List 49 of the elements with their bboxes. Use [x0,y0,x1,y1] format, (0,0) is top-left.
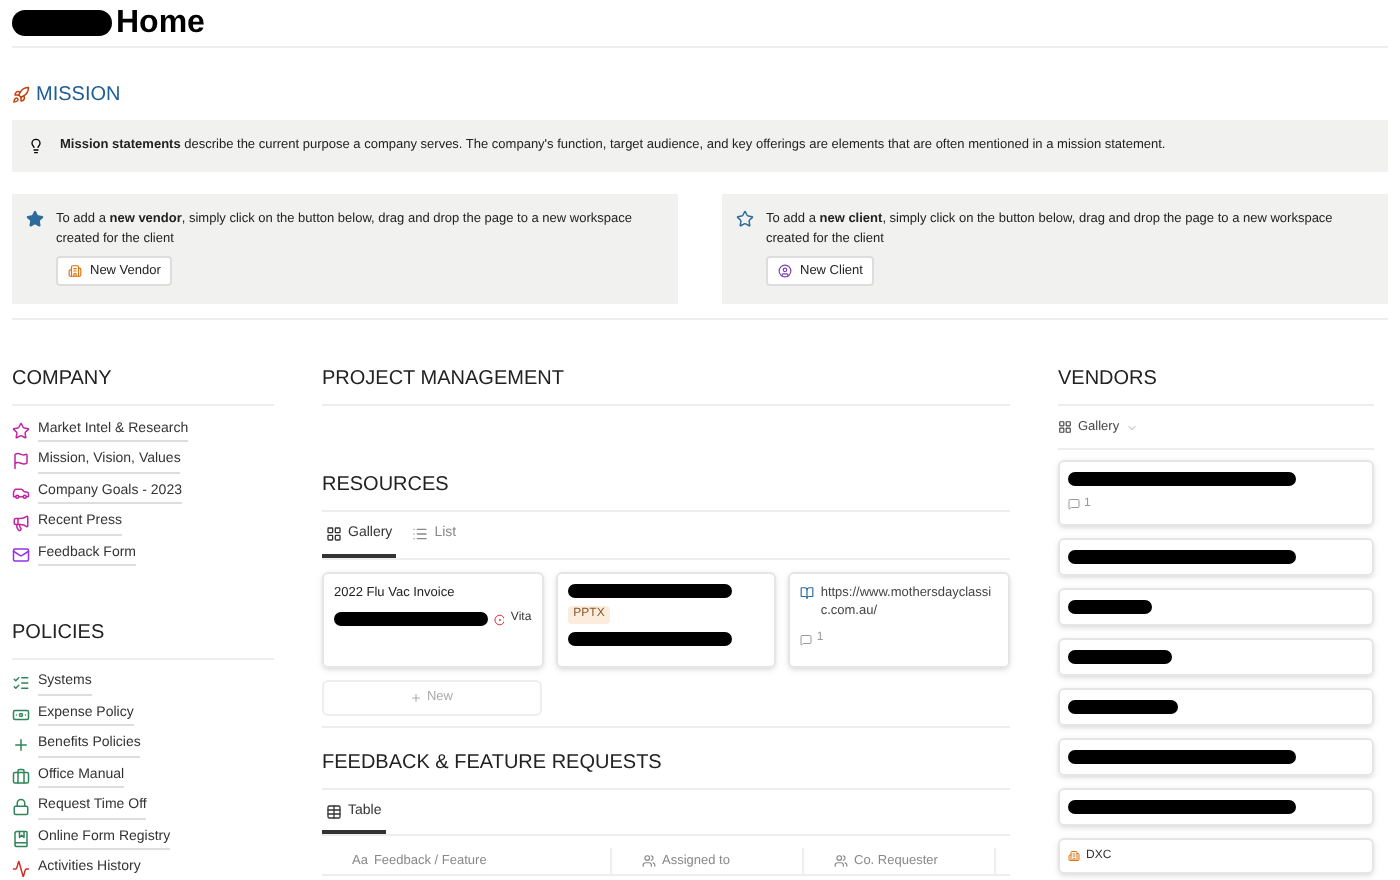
section-heading: VENDORS [1058,364,1374,406]
people-icon [642,854,656,868]
section-heading: POLICIES [12,617,274,659]
building-icon [68,264,82,278]
redaction-bar [12,10,112,36]
building-icon [1068,849,1080,862]
section-heading: RESOURCES [322,470,1010,512]
rocket-icon [12,86,30,104]
ring-icon [493,613,505,626]
page-icon [12,545,30,564]
star-icon [26,210,44,228]
book-icon [800,585,815,599]
plus-icon [410,691,423,703]
section-heading: COMPANY [12,364,274,406]
page-icon [12,514,30,533]
page-icon [12,483,30,502]
page-icon [12,736,30,755]
section-heading: FEEDBACK & FEATURE REQUESTS [322,747,1010,789]
section-heading: MISSION [36,82,121,110]
page-icon [12,452,30,471]
vendor-card[interactable] [1058,687,1374,726]
vendor-card[interactable] [1058,537,1374,576]
view-icon [412,526,429,543]
star-icon [736,210,754,228]
redaction-bar [1068,699,1178,714]
view-icon [326,526,342,543]
vendor-card[interactable] [1058,637,1374,676]
page-icon [12,674,30,693]
page-title: Home [116,3,205,43]
lightbulb-icon [28,138,44,154]
page-icon [12,798,30,817]
comment-icon [1068,498,1080,511]
caret-icon [1125,421,1138,434]
comment-icon [800,633,813,645]
page-icon [12,421,30,440]
gallery-icon [1058,420,1072,435]
redaction-bar [1068,649,1172,664]
view-icon [326,803,342,820]
page-icon [12,829,30,848]
vendor-card[interactable] [1058,737,1374,776]
vendor-card[interactable] [1058,787,1374,826]
page-icon [12,860,30,879]
section-heading: PROJECT MANAGEMENT [322,364,1010,406]
redaction-bar [1068,599,1152,614]
person-icon [778,264,792,278]
page-icon [12,767,30,786]
people-icon [834,854,848,868]
page-icon [12,705,30,724]
vendor-card[interactable] [1058,587,1374,626]
